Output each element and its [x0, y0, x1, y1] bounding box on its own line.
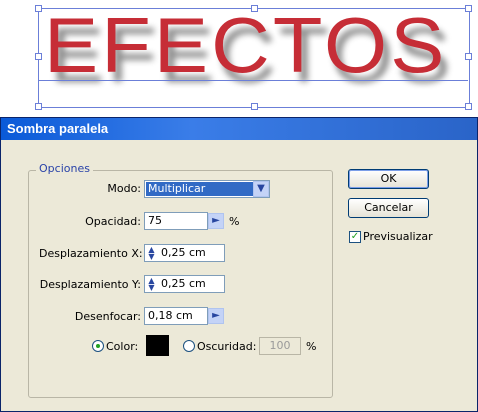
- opacity-unit: %: [229, 215, 240, 228]
- text-baseline: [38, 80, 468, 81]
- cancel-button[interactable]: Cancelar: [348, 198, 429, 218]
- preview-label: Previsualizar: [363, 230, 433, 243]
- artboard: EFECTOS: [0, 0, 478, 115]
- darkness-radio[interactable]: [183, 340, 195, 352]
- ok-button[interactable]: OK: [348, 169, 429, 189]
- mode-value: Multiplicar: [146, 182, 253, 196]
- opacity-input[interactable]: 75: [144, 212, 208, 230]
- resize-handle-bottom-right[interactable]: [465, 103, 472, 110]
- resize-handle-top[interactable]: [251, 5, 258, 12]
- resize-handle-right[interactable]: [465, 53, 472, 60]
- blur-label: Desenfocar:: [74, 310, 141, 323]
- offset-x-label: Desplazamiento X:: [39, 247, 143, 260]
- resize-handle-top-right[interactable]: [465, 5, 472, 12]
- opacity-label: Opacidad:: [85, 215, 141, 228]
- chevron-down-icon[interactable]: ▼: [253, 181, 269, 197]
- mode-label: Modo:: [107, 182, 141, 195]
- resize-handle-left[interactable]: [35, 53, 42, 60]
- selection-bounding-box[interactable]: [38, 8, 470, 108]
- offset-x-stepper-icon[interactable]: ▲ ▼: [146, 246, 157, 261]
- resize-handle-bottom-left[interactable]: [35, 103, 42, 110]
- options-group-label: Opciones: [36, 162, 93, 175]
- color-radio-label: Color:: [106, 340, 139, 353]
- resize-handle-bottom[interactable]: [251, 103, 258, 110]
- darkness-input[interactable]: 100: [259, 337, 301, 355]
- radio-selected-dot: [96, 344, 100, 348]
- darkness-radio-label: Oscuridad:: [197, 340, 257, 353]
- color-radio[interactable]: [92, 340, 104, 352]
- mode-select[interactable]: Multiplicar ▼: [144, 180, 270, 198]
- shadow-color-swatch[interactable]: [146, 335, 169, 356]
- offset-y-stepper-icon[interactable]: ▲ ▼: [146, 277, 157, 292]
- dialog-title[interactable]: Sombra paralela: [1, 118, 477, 140]
- resize-handle-top-left[interactable]: [35, 5, 42, 12]
- drop-shadow-dialog: Sombra paralela Opciones Modo: Multiplic…: [0, 117, 478, 412]
- blur-input[interactable]: 0,18 cm: [144, 307, 208, 325]
- blur-slider-arrow-icon[interactable]: ►: [208, 308, 224, 324]
- opacity-slider-arrow-icon[interactable]: ►: [208, 213, 224, 229]
- preview-checkbox[interactable]: ✓: [349, 231, 361, 243]
- offset-y-label: Desplazamiento Y:: [39, 278, 141, 291]
- darkness-unit: %: [306, 340, 317, 353]
